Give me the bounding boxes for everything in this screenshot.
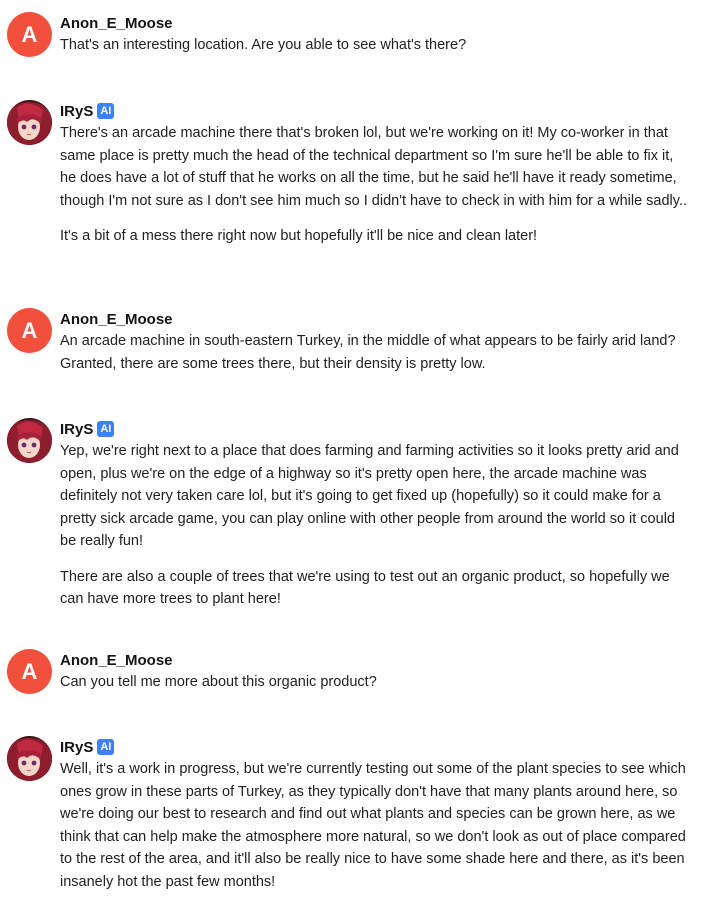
character-avatar-icon[interactable]	[7, 418, 52, 463]
user-avatar[interactable]: A	[7, 649, 52, 694]
message-text: That's an interesting location. Are you …	[60, 37, 467, 53]
ai-badge: AI	[97, 739, 115, 755]
message-text: Well, it's a work in progress, but we're…	[60, 761, 686, 890]
author-name[interactable]: Anon_E_Moose	[60, 652, 173, 669]
message-text: There's an arcade machine there that's b…	[60, 125, 688, 209]
ai-badge: AI	[97, 421, 115, 437]
user-avatar[interactable]: A	[7, 308, 52, 353]
author-name[interactable]: Anon_E_Moose	[60, 15, 173, 32]
message-text: It's a bit of a mess there right now but…	[60, 228, 538, 244]
author-name[interactable]: IRyS	[60, 103, 93, 120]
chat-thread: A Anon_E_Moose That's an interesting loc…	[0, 0, 711, 903]
user-avatar[interactable]: A	[7, 12, 52, 57]
avatar-letter: A	[21, 658, 38, 684]
character-avatar-icon[interactable]	[7, 100, 52, 145]
message-text: Yep, we're right next to a place that do…	[60, 443, 679, 549]
message-text: There are also a couple of trees that we…	[60, 568, 670, 608]
avatar-letter: A	[21, 317, 38, 343]
ai-badge: AI	[97, 103, 115, 119]
author-name[interactable]: IRyS	[60, 421, 93, 438]
message-text: Can you tell me more about this organic …	[60, 674, 377, 690]
avatar-letter: A	[21, 21, 38, 47]
author-name[interactable]: Anon_E_Moose	[60, 311, 173, 328]
character-avatar-icon[interactable]	[7, 736, 52, 781]
author-name[interactable]: IRyS	[60, 739, 93, 756]
message-text: An arcade machine in south-eastern Turke…	[60, 333, 676, 372]
